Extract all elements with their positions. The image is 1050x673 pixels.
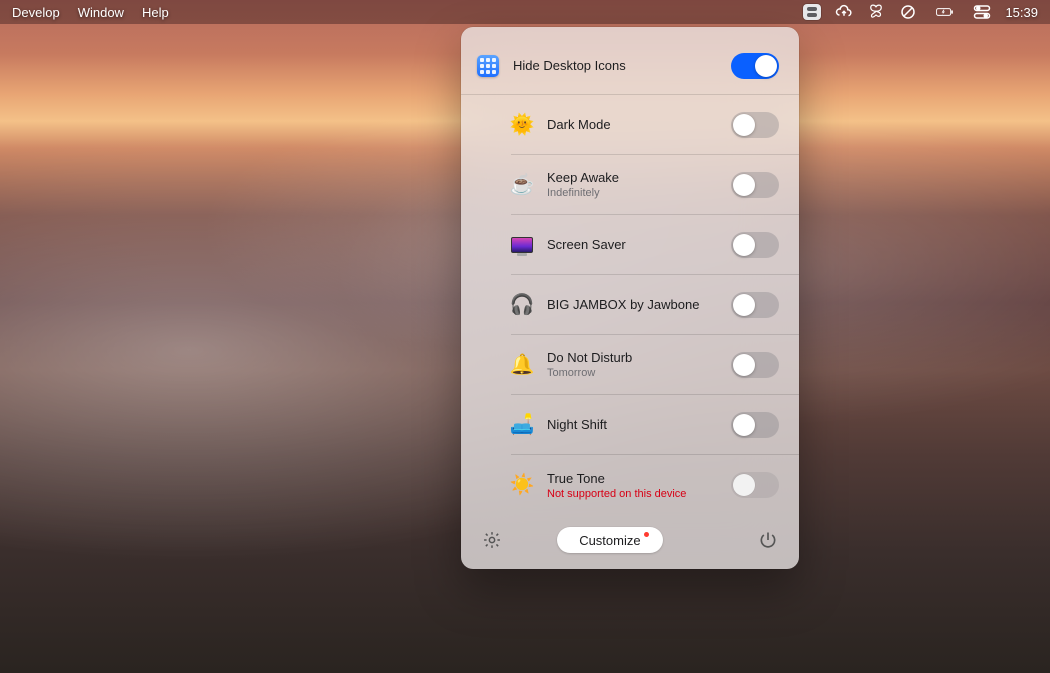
- row-label: Hide Desktop Icons: [513, 58, 717, 73]
- row-audio-output: 🎧 BIG JAMBOX by Jawbone: [511, 275, 799, 335]
- sun-icon: 🌞: [511, 114, 533, 136]
- toggle-dark-mode[interactable]: [731, 112, 779, 138]
- row-label: Dark Mode: [547, 117, 717, 132]
- row-night-shift: 🛋️ Night Shift: [511, 395, 799, 455]
- row-hide-desktop-icons: Hide Desktop Icons: [461, 35, 799, 95]
- one-switch-menubar-icon[interactable]: [803, 3, 821, 21]
- toggle-screen-saver[interactable]: [731, 232, 779, 258]
- toggle-keep-awake[interactable]: [731, 172, 779, 198]
- row-true-tone: ☀️ True Tone Not supported on this devic…: [511, 455, 799, 515]
- toggle-night-shift[interactable]: [731, 412, 779, 438]
- row-sublabel: Not supported on this device: [547, 488, 717, 500]
- row-label: Do Not Disturb: [547, 350, 717, 365]
- customize-button-label: Customize: [579, 533, 640, 548]
- screensaver-icon: [511, 234, 533, 256]
- customize-button[interactable]: Customize: [557, 527, 662, 553]
- power-icon[interactable]: [757, 529, 779, 551]
- toggle-audio-output[interactable]: [731, 292, 779, 318]
- badge-dot: [644, 532, 649, 537]
- bell-icon: 🔔: [511, 354, 533, 376]
- headphones-icon: 🎧: [511, 294, 533, 316]
- menubar-clock[interactable]: 15:39: [1005, 5, 1038, 20]
- row-label: Night Shift: [547, 417, 717, 432]
- lamp-icon: 🛋️: [511, 414, 533, 436]
- menu-window[interactable]: Window: [78, 5, 124, 20]
- row-screen-saver: Screen Saver: [511, 215, 799, 275]
- menu-develop[interactable]: Develop: [12, 5, 60, 20]
- cloud-icon[interactable]: [835, 3, 853, 21]
- row-label: True Tone: [547, 471, 717, 486]
- coffee-icon: ☕: [511, 174, 533, 196]
- menubar: Develop Window Help 15:39: [0, 0, 1050, 24]
- row-keep-awake: ☕ Keep Awake Indefinitely: [511, 155, 799, 215]
- row-dark-mode: 🌞 Dark Mode: [511, 95, 799, 155]
- row-label: BIG JAMBOX by Jawbone: [547, 297, 717, 312]
- menubar-right: 15:39: [803, 3, 1038, 21]
- panel-footer: Customize: [461, 515, 799, 557]
- row-label: Keep Awake: [547, 170, 717, 185]
- toggle-true-tone: [731, 472, 779, 498]
- menubar-left: Develop Window Help: [12, 5, 169, 20]
- row-do-not-disturb: 🔔 Do Not Disturb Tomorrow: [511, 335, 799, 395]
- row-label: Screen Saver: [547, 237, 717, 252]
- gear-icon[interactable]: [481, 529, 503, 551]
- battery-charging-icon[interactable]: [931, 3, 959, 21]
- one-switch-panel: Hide Desktop Icons 🌞 Dark Mode ☕ Keep Aw…: [461, 27, 799, 569]
- circle-slash-icon[interactable]: [899, 3, 917, 21]
- toggles-icon[interactable]: [973, 3, 991, 21]
- sun-outline-icon: ☀️: [511, 474, 533, 496]
- butterfly-icon[interactable]: [867, 3, 885, 21]
- menu-help[interactable]: Help: [142, 5, 169, 20]
- toggle-hide-desktop-icons[interactable]: [731, 53, 779, 79]
- row-sublabel: Tomorrow: [547, 367, 717, 379]
- toggle-do-not-disturb[interactable]: [731, 352, 779, 378]
- row-sublabel: Indefinitely: [547, 187, 717, 199]
- grid-icon: [477, 55, 499, 77]
